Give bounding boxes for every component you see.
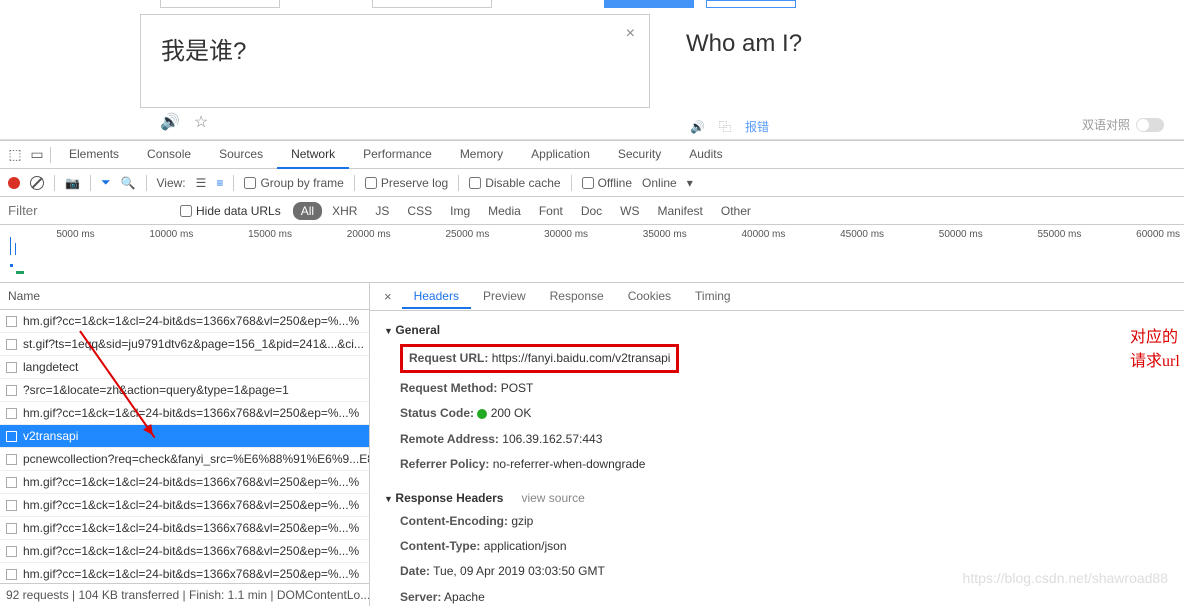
top-tab[interactable]: [160, 0, 280, 8]
speaker-icon[interactable]: 🔊: [690, 120, 705, 134]
filter-type-media[interactable]: Media: [480, 202, 529, 220]
devtab-network[interactable]: Network: [277, 141, 349, 169]
annotation-text: 对应的请求url: [1130, 323, 1184, 371]
request-row[interactable]: v2transapi: [0, 425, 369, 448]
filter-type-js[interactable]: JS: [367, 202, 397, 220]
translate-button[interactable]: [604, 0, 694, 8]
filter-type-doc[interactable]: Doc: [573, 202, 610, 220]
request-row[interactable]: hm.gif?cc=1&ck=1&cl=24-bit&ds=1366x768&v…: [0, 402, 369, 425]
filter-type-ws[interactable]: WS: [612, 202, 647, 220]
large-view-icon[interactable]: ≡: [216, 176, 223, 190]
disable-cache-checkbox[interactable]: Disable cache: [469, 176, 560, 190]
status-code-value: 200 OK: [491, 406, 532, 420]
detail-tab-response[interactable]: Response: [538, 285, 616, 309]
request-row[interactable]: pcnewcollection?req=check&fanyi_src=%E6%…: [0, 448, 369, 471]
close-icon[interactable]: ×: [626, 25, 635, 43]
record-button[interactable]: [8, 177, 20, 189]
top-tab[interactable]: [372, 0, 492, 8]
offline-checkbox[interactable]: Offline: [582, 176, 632, 190]
inspect-icon[interactable]: ⬚: [6, 146, 24, 163]
view-label: View:: [157, 176, 186, 190]
devtab-sources[interactable]: Sources: [205, 141, 277, 169]
timeline-tick: 25000 ms: [395, 229, 494, 282]
star-icon[interactable]: ☆: [194, 112, 208, 132]
timeline[interactable]: 5000 ms10000 ms15000 ms20000 ms25000 ms3…: [0, 225, 1184, 283]
devtools-panel: ⬚ ▭ ElementsConsoleSourcesNetworkPerform…: [0, 140, 1184, 606]
source-textarea[interactable]: 我是谁? ×: [140, 14, 650, 108]
filter-type-manifest[interactable]: Manifest: [650, 202, 711, 220]
copy-icon[interactable]: ⿻: [719, 118, 731, 135]
timeline-tick: 55000 ms: [987, 229, 1086, 282]
timeline-tick: 35000 ms: [592, 229, 691, 282]
filter-type-other[interactable]: Other: [713, 202, 759, 220]
devtab-performance[interactable]: Performance: [349, 141, 446, 169]
report-link[interactable]: 报错: [745, 118, 769, 135]
filter-type-img[interactable]: Img: [442, 202, 478, 220]
detail-tab-headers[interactable]: Headers: [402, 285, 471, 309]
devtab-audits[interactable]: Audits: [675, 141, 736, 169]
target-box: Who am I?: [666, 14, 1174, 108]
bilingual-toggle[interactable]: [1136, 118, 1164, 132]
timeline-tick: 50000 ms: [888, 229, 987, 282]
detail-tab-cookies[interactable]: Cookies: [616, 285, 683, 309]
devtab-console[interactable]: Console: [133, 141, 205, 169]
preserve-log-checkbox[interactable]: Preserve log: [365, 176, 448, 190]
manual-button[interactable]: [706, 0, 796, 8]
group-by-frame-checkbox[interactable]: Group by frame: [244, 176, 343, 190]
request-row[interactable]: hm.gif?cc=1&ck=1&cl=24-bit&ds=1366x768&v…: [0, 494, 369, 517]
request-row[interactable]: hm.gif?cc=1&ck=1&cl=24-bit&ds=1366x768&v…: [0, 540, 369, 563]
status-bar: 92 requests | 104 KB transferred | Finis…: [0, 583, 369, 606]
request-row[interactable]: hm.gif?cc=1&ck=1&cl=24-bit&ds=1366x768&v…: [0, 517, 369, 540]
devtab-memory[interactable]: Memory: [446, 141, 517, 169]
response-headers-section[interactable]: Response Headersview source: [384, 487, 1170, 509]
chevron-down-icon[interactable]: ▾: [687, 176, 693, 190]
devtab-application[interactable]: Application: [517, 141, 604, 169]
request-row[interactable]: st.gif?ts=1eqq&sid=ju9791dtv6z&page=156_…: [0, 333, 369, 356]
filter-type-xhr[interactable]: XHR: [324, 202, 365, 220]
timeline-tick: 30000 ms: [493, 229, 592, 282]
general-section[interactable]: General: [384, 319, 1170, 341]
clear-button[interactable]: [30, 176, 44, 190]
timeline-tick: 15000 ms: [197, 229, 296, 282]
devtab-security[interactable]: Security: [604, 141, 675, 169]
filter-type-all[interactable]: All: [293, 202, 322, 220]
timeline-tick: 20000 ms: [296, 229, 395, 282]
name-column-header[interactable]: Name: [0, 283, 369, 310]
devtab-elements[interactable]: Elements: [55, 141, 133, 169]
bilingual-label: 双语对照: [1082, 116, 1130, 133]
request-method-value: POST: [501, 381, 534, 395]
speaker-icon[interactable]: 🔊: [160, 112, 180, 132]
online-select[interactable]: Online: [642, 176, 677, 190]
filter-type-font[interactable]: Font: [531, 202, 571, 220]
close-details-icon[interactable]: ×: [378, 289, 398, 304]
request-row[interactable]: hm.gif?cc=1&ck=1&cl=24-bit&ds=1366x768&v…: [0, 563, 369, 583]
request-row[interactable]: hm.gif?cc=1&ck=1&cl=24-bit&ds=1366x768&v…: [0, 310, 369, 333]
request-row[interactable]: hm.gif?cc=1&ck=1&cl=24-bit&ds=1366x768&v…: [0, 471, 369, 494]
source-text: 我是谁?: [161, 31, 629, 66]
timeline-tick: 10000 ms: [99, 229, 198, 282]
request-row[interactable]: ?src=1&locate=zh&action=query&type=1&pag…: [0, 379, 369, 402]
request-url-value: https://fanyi.baidu.com/v2transapi: [492, 351, 671, 365]
filter-input[interactable]: [8, 203, 168, 218]
filter-icon[interactable]: ⏷: [101, 175, 111, 190]
timeline-tick: 60000 ms: [1085, 229, 1184, 282]
filter-type-css[interactable]: CSS: [399, 202, 440, 220]
view-source-link[interactable]: view source: [521, 491, 584, 505]
list-view-icon[interactable]: ☰: [196, 176, 207, 190]
detail-tab-preview[interactable]: Preview: [471, 285, 538, 309]
target-text: Who am I?: [686, 30, 1154, 58]
search-icon[interactable]: 🔍: [121, 176, 136, 190]
translator-panel: 我是谁? × Who am I? 🔊 ☆ 🔊 ⿻ 报错 双语对照: [0, 0, 1184, 140]
remote-address-value: 106.39.162.57:443: [502, 432, 602, 446]
referrer-policy-value: no-referrer-when-downgrade: [493, 457, 646, 471]
timeline-tick: 45000 ms: [789, 229, 888, 282]
camera-icon[interactable]: 📷: [65, 176, 80, 190]
hide-data-urls-checkbox[interactable]: Hide data URLs: [180, 204, 281, 218]
detail-tab-timing[interactable]: Timing: [683, 285, 743, 309]
device-icon[interactable]: ▭: [28, 146, 46, 163]
request-row[interactable]: langdetect: [0, 356, 369, 379]
timeline-tick: 40000 ms: [691, 229, 790, 282]
